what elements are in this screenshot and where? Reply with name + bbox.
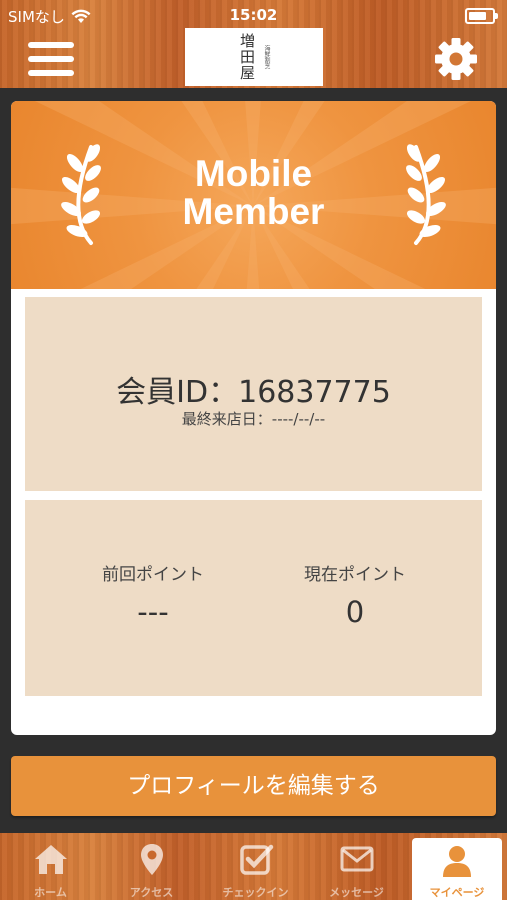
main-content: Mobile Member 会員ID：16837775 最終来店日：----/-… (0, 88, 507, 833)
last-visit-date: 最終来店日：----/--/-- (181, 410, 326, 428)
status-time: 15:02 (229, 6, 278, 24)
current-points: 現在ポイント 0 (255, 560, 455, 629)
member-id-label: 会員ID： (116, 375, 239, 410)
current-points-label: 現在ポイント (304, 565, 406, 585)
home-icon (34, 845, 67, 874)
tab-access[interactable]: アクセス (101, 833, 202, 900)
member-id-value: 16837775 (238, 375, 391, 410)
tab-home[interactable]: ホーム (0, 833, 101, 900)
hamburger-menu-icon[interactable] (28, 40, 74, 78)
banner-title: Mobile Member (11, 155, 496, 231)
bottom-tab-bar: ホーム アクセス チェックイン メッセージ マイページ (0, 833, 507, 900)
previous-points: 前回ポイント --- (53, 560, 253, 629)
edit-profile-button[interactable]: プロフィールを編集する (11, 756, 496, 816)
member-banner: Mobile Member (11, 101, 496, 289)
checkbox-icon (239, 844, 273, 875)
top-bar: SIMなし 15:02 増田屋 海鮮割烹 (0, 0, 507, 88)
tab-message-label: メッセージ (329, 886, 384, 899)
tab-mypage-label: マイページ (429, 886, 485, 899)
member-id: 会員ID：16837775 (25, 367, 482, 411)
current-points-value: 0 (345, 595, 365, 629)
points-panel: 前回ポイント --- 現在ポイント 0 (25, 500, 482, 696)
previous-points-label: 前回ポイント (102, 565, 204, 585)
tab-mypage[interactable]: マイページ (412, 838, 502, 900)
tab-checkin[interactable]: チェックイン (205, 833, 306, 900)
tab-access-label: アクセス (129, 886, 174, 899)
envelope-icon (340, 846, 373, 872)
battery-icon (465, 8, 498, 24)
tab-home-label: ホーム (34, 886, 67, 899)
tab-message[interactable]: メッセージ (306, 833, 407, 900)
person-icon (443, 846, 471, 877)
shop-logo: 増田屋 海鮮割烹 (185, 28, 323, 86)
status-bar: SIMなし 15:02 (0, 0, 507, 30)
member-card: Mobile Member 会員ID：16837775 最終来店日：----/-… (11, 101, 496, 735)
banner-title-line1: Mobile (194, 153, 313, 194)
gear-icon[interactable] (433, 36, 479, 82)
banner-title-line2: Member (182, 191, 325, 232)
logo-main-text: 増田屋 (238, 33, 256, 81)
logo-sub-text: 海鮮割烹 (263, 45, 270, 69)
member-id-panel: 会員ID：16837775 最終来店日：----/--/-- (25, 297, 482, 491)
map-pin-icon (140, 844, 163, 875)
tab-checkin-label: チェックイン (222, 886, 289, 899)
previous-points-value: --- (137, 595, 169, 629)
